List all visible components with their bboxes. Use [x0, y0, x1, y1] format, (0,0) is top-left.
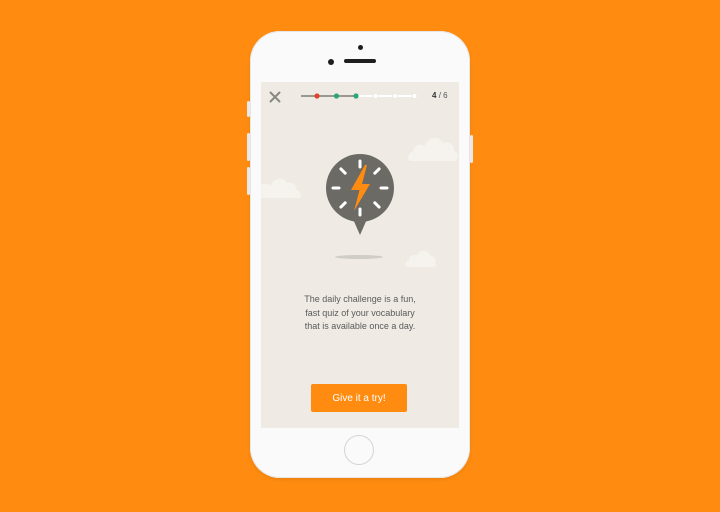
phone-sensor [358, 45, 363, 50]
cloud-decoration [261, 178, 302, 198]
phone-camera [328, 59, 334, 65]
quiz-progress-bar [301, 93, 417, 99]
phone-home-button[interactable] [344, 435, 374, 465]
progress-marker-correct [353, 93, 359, 99]
description-line: fast quiz of your vocabulary [305, 307, 415, 318]
progress-marker-correct [333, 93, 340, 99]
description-line: that is available once a day. [304, 321, 416, 331]
total-questions: / 6 [438, 91, 448, 100]
phone-speaker [344, 59, 376, 63]
question-counter: 4 / 6 [432, 91, 448, 100]
app-screen: 4 / 6 The daily challenge is a fun, fast… [261, 82, 459, 428]
progress-marker-pending [372, 93, 379, 99]
phone-volume-down-button [247, 167, 250, 195]
challenge-description: The daily challenge is a fun, fast quiz o… [271, 293, 449, 334]
lightning-stopwatch-icon [326, 154, 394, 235]
progress-marker-pending [411, 93, 417, 99]
close-icon[interactable] [269, 91, 281, 103]
progress-fill [301, 95, 356, 97]
phone-volume-up-button [247, 133, 250, 161]
description-line: The daily challenge is a fun, [304, 294, 416, 304]
give-it-a-try-button[interactable]: Give it a try! [311, 384, 407, 412]
cloud-decoration [408, 137, 458, 161]
phone-side-button [247, 101, 250, 117]
phone-frame: 4 / 6 The daily challenge is a fun, fast… [247, 31, 473, 478]
progress-marker-pending [392, 93, 398, 99]
cloud-decoration [405, 250, 437, 267]
illustration-shadow [335, 255, 383, 259]
progress-marker-wrong [314, 93, 320, 99]
phone-power-button [470, 135, 473, 163]
current-question-number: 4 [432, 91, 437, 100]
